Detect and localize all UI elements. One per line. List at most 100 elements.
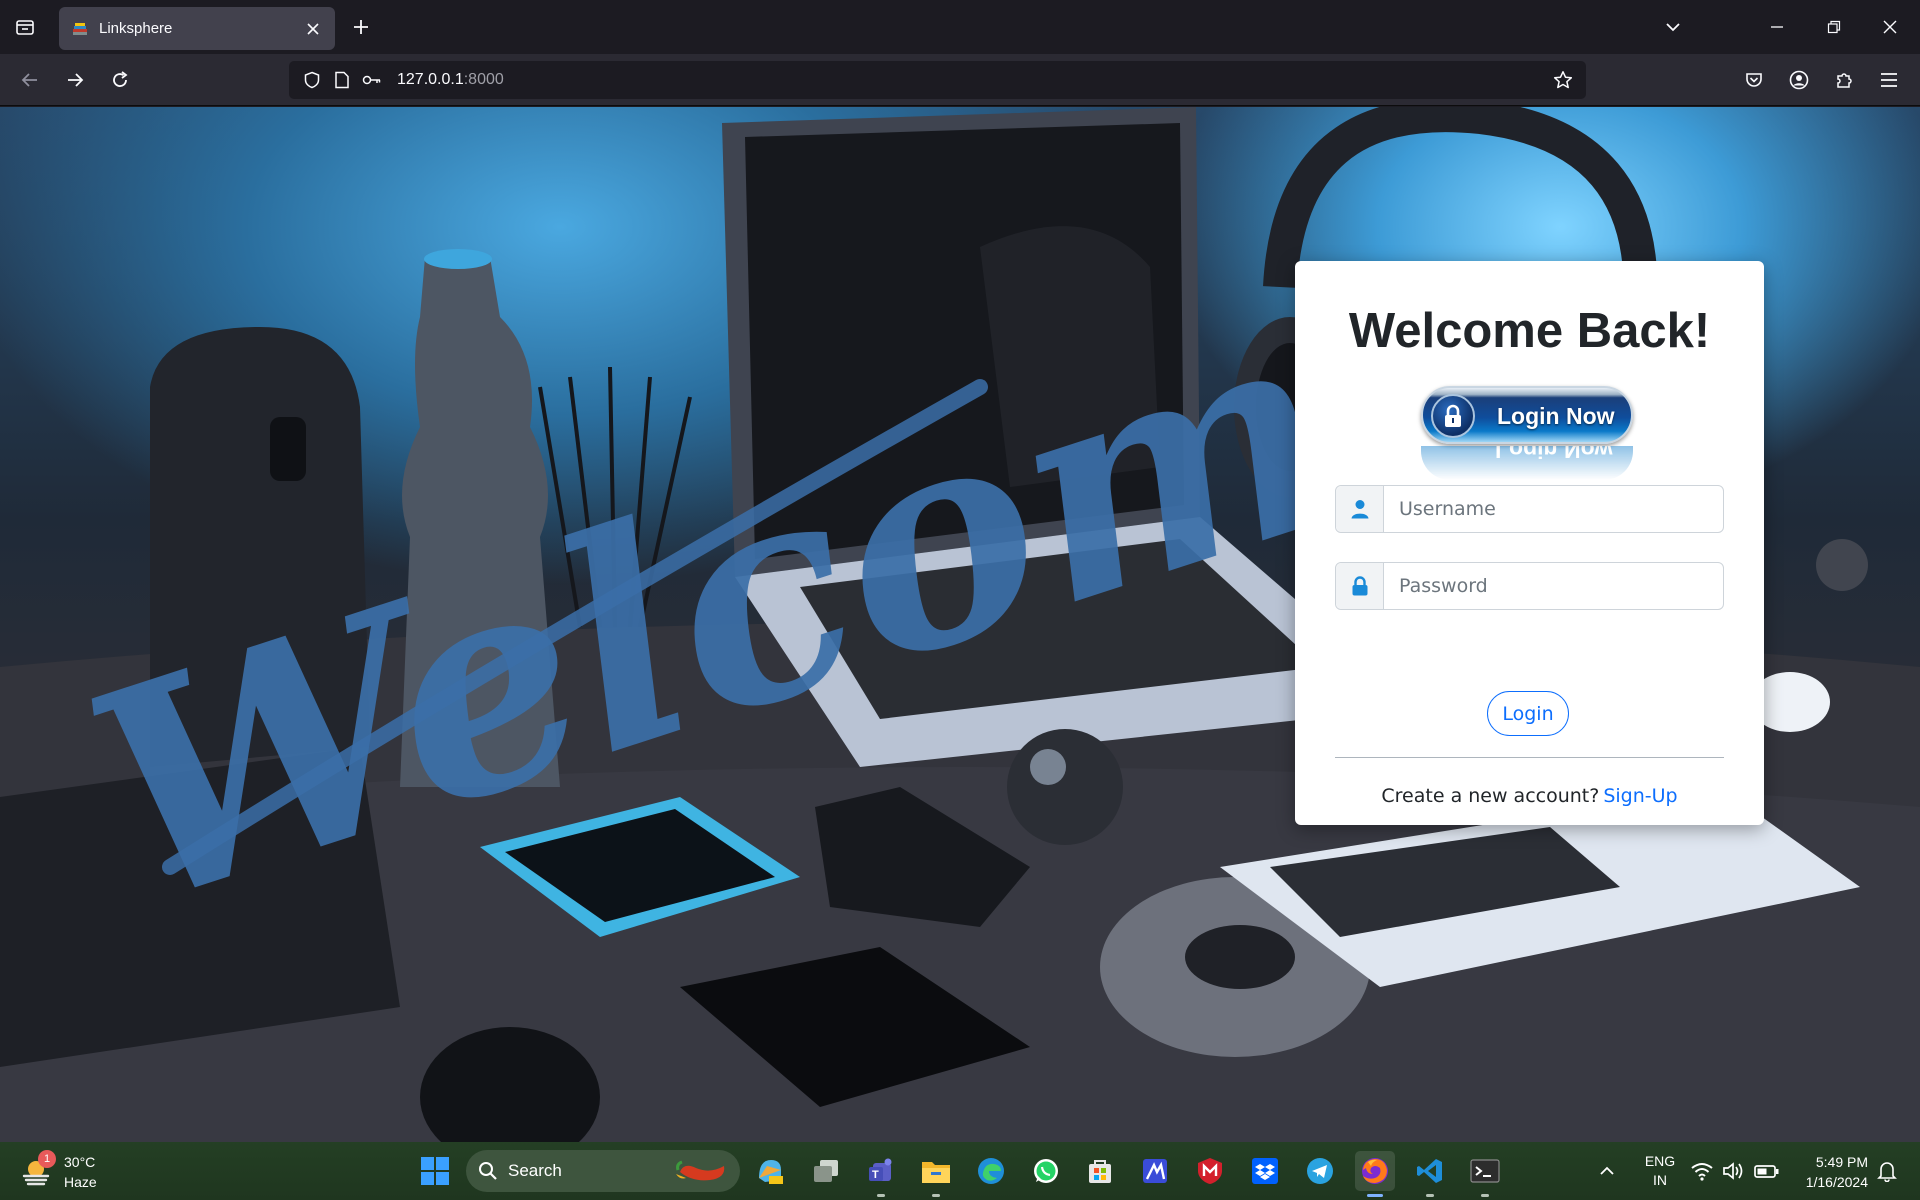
login-now-badge-button: Login Now	[1421, 386, 1633, 444]
saved-logins-button[interactable]	[357, 65, 387, 95]
task-view-icon	[814, 1160, 838, 1182]
badge-reflection-label: Login Now	[1495, 446, 1613, 463]
badge-reflection: Login Now	[1421, 446, 1633, 480]
running-indicator	[932, 1194, 940, 1197]
browser-tab-bar: Linksphere	[0, 0, 1920, 54]
microsoft-store-button[interactable]	[1080, 1151, 1120, 1191]
taskbar-search-box[interactable]: Search	[466, 1150, 740, 1192]
arrow-left-icon	[21, 73, 37, 87]
battery-icon	[1754, 1165, 1779, 1178]
teams-button[interactable]: T	[861, 1151, 901, 1197]
arrow-right-icon	[68, 73, 84, 87]
weather-widget[interactable]: 1 30°C Haze	[22, 1150, 112, 1194]
input-language-indicator[interactable]: ENG IN	[1641, 1152, 1679, 1190]
padlock-icon	[1336, 563, 1384, 609]
new-tab-button[interactable]	[346, 12, 376, 42]
lock-icon	[1431, 394, 1475, 438]
show-hidden-icons-button[interactable]	[1595, 1159, 1619, 1183]
search-label: Search	[508, 1161, 562, 1180]
reload-button[interactable]	[104, 64, 136, 96]
key-icon	[362, 75, 381, 85]
chevron-up-icon	[1600, 1166, 1614, 1175]
notification-bell-icon	[1877, 1162, 1897, 1182]
hamburger-menu-icon	[1881, 73, 1897, 87]
dropbox-icon	[1252, 1158, 1278, 1184]
mcafee-button[interactable]	[1190, 1151, 1230, 1191]
url-host: 127.0.0.1	[397, 71, 464, 88]
copilot-icon	[759, 1160, 783, 1184]
close-icon	[1883, 20, 1897, 34]
reload-icon	[113, 71, 128, 87]
store-icon	[1089, 1160, 1111, 1183]
books-favicon-icon	[73, 22, 87, 35]
password-input[interactable]	[1384, 563, 1723, 609]
minimize-icon	[1771, 26, 1783, 28]
start-button[interactable]	[417, 1153, 453, 1189]
minimize-button[interactable]	[1760, 10, 1794, 44]
pocket-icon	[1746, 73, 1762, 87]
card-divider	[1335, 757, 1724, 758]
firefox-button[interactable]	[1355, 1151, 1395, 1197]
window-close-button[interactable]	[1873, 10, 1907, 44]
file-explorer-icon	[922, 1162, 950, 1183]
dropbox-button[interactable]	[1245, 1151, 1285, 1191]
login-now-badge: Login Now Login Now	[1421, 386, 1633, 481]
site-info-button[interactable]	[327, 65, 357, 95]
list-all-tabs-button[interactable]	[1656, 10, 1690, 44]
windows-logo-icon	[421, 1157, 449, 1185]
running-indicator	[1481, 1194, 1489, 1197]
clock-date: 1/16/2024	[1805, 1174, 1868, 1190]
edge-button[interactable]	[971, 1151, 1011, 1191]
page-content: Welcome Welcome Back! Login Now Login No…	[0, 107, 1920, 1142]
signup-link[interactable]: Sign-Up	[1603, 785, 1677, 807]
file-explorer-button[interactable]	[916, 1151, 956, 1197]
volume-icon	[1723, 1162, 1743, 1180]
weather-condition: Haze	[64, 1174, 97, 1190]
clock[interactable]: 5:49 PM 1/16/2024	[1792, 1152, 1868, 1192]
shield-icon	[304, 71, 320, 89]
lang-code: ENG	[1644, 1153, 1676, 1169]
tab-list-icon	[16, 20, 34, 35]
pocket-button[interactable]	[1738, 64, 1770, 96]
url-text[interactable]: 127.0.0.1:8000	[397, 71, 504, 89]
password-field-group	[1335, 562, 1724, 610]
taskbar: 1 30°C Haze Search T ENG IN 5:49 PM 1/16…	[0, 1142, 1920, 1200]
whatsapp-icon	[1034, 1159, 1058, 1183]
tab-linksphere[interactable]: Linksphere	[59, 7, 335, 50]
browser-nav-bar: 127.0.0.1:8000	[0, 54, 1920, 106]
firefox-icon	[1362, 1158, 1388, 1184]
restore-icon	[1827, 20, 1841, 34]
tab-close-button[interactable]	[303, 19, 323, 39]
terminal-button[interactable]	[1465, 1151, 1505, 1197]
account-button[interactable]	[1783, 64, 1815, 96]
chevron-down-icon	[1666, 23, 1680, 32]
whatsapp-button[interactable]	[1026, 1151, 1066, 1191]
weather-temperature: 30°C	[64, 1154, 96, 1170]
back-button[interactable]	[14, 64, 46, 96]
close-icon	[307, 22, 319, 35]
tracking-protection-button[interactable]	[297, 65, 327, 95]
copilot-button[interactable]	[750, 1151, 790, 1191]
app-button[interactable]	[1135, 1151, 1175, 1191]
restore-button[interactable]	[1817, 10, 1851, 44]
login-button[interactable]: Login	[1487, 691, 1569, 736]
mcafee-icon	[1198, 1158, 1222, 1184]
notification-center-button[interactable]	[1874, 1158, 1900, 1184]
terminal-icon	[1470, 1159, 1500, 1183]
svg-text:T: T	[872, 1169, 879, 1181]
tab-list-button[interactable]	[10, 12, 40, 42]
extensions-button[interactable]	[1828, 64, 1860, 96]
url-bar[interactable]: 127.0.0.1:8000	[289, 61, 1586, 99]
signup-prompt: Create a new account?	[1381, 785, 1600, 807]
menu-button[interactable]	[1873, 64, 1905, 96]
active-indicator	[1367, 1194, 1383, 1197]
username-input[interactable]	[1384, 486, 1723, 532]
edge-icon	[978, 1158, 1004, 1184]
bookmark-button[interactable]	[1548, 65, 1578, 95]
vscode-button[interactable]	[1410, 1151, 1450, 1197]
telegram-button[interactable]	[1300, 1151, 1340, 1191]
system-tray-icons[interactable]	[1690, 1158, 1786, 1184]
task-view-button[interactable]	[806, 1151, 846, 1191]
username-field-group	[1335, 485, 1724, 533]
forward-button[interactable]	[59, 64, 91, 96]
